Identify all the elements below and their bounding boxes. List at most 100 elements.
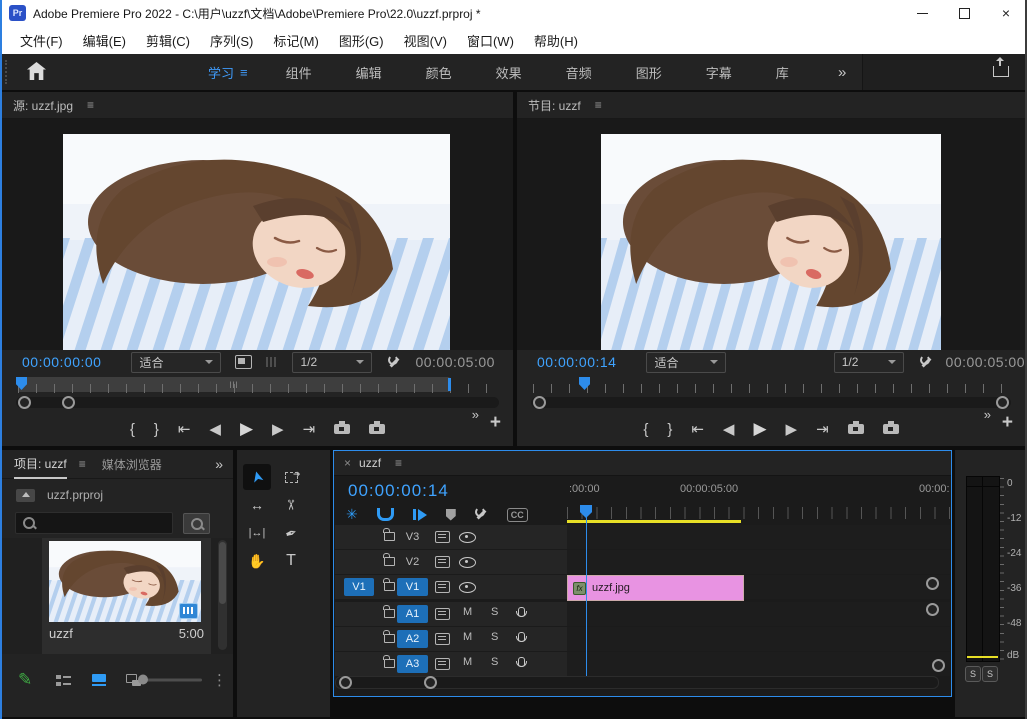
goto-out-button[interactable]: ⇥	[816, 420, 829, 438]
mark-out-button[interactable]: }	[667, 421, 672, 438]
project-item-card[interactable]: uzzf 5:00	[42, 538, 211, 654]
track-name[interactable]: V2	[397, 553, 428, 571]
mute-button[interactable]: M	[463, 606, 472, 618]
lock-icon[interactable]	[384, 582, 395, 591]
step-back-button[interactable]: ◀	[209, 420, 221, 438]
project-item-thumbnail[interactable]	[49, 541, 201, 622]
icon-view-icon[interactable]	[92, 674, 106, 686]
navigate-up-icon[interactable]	[16, 489, 35, 502]
timeline-settings-wrench-icon[interactable]	[475, 508, 488, 521]
menu-edit[interactable]: 编辑(E)	[73, 26, 136, 54]
breadcrumb-label[interactable]: uzzf.prproj	[47, 488, 103, 502]
lift-button-icon[interactable]	[848, 424, 864, 434]
tab-project[interactable]: 项目: uzzf	[14, 449, 67, 479]
program-playback-resolution-select[interactable]: 1/2	[834, 352, 905, 373]
lock-icon[interactable]	[384, 609, 395, 618]
mark-in-button[interactable]: {	[130, 421, 135, 438]
source-timecode[interactable]: 00:00:00:00	[22, 354, 101, 370]
track-name[interactable]: V3	[397, 528, 428, 546]
workspace-tab-assembly[interactable]: 组件	[264, 54, 334, 90]
type-tool[interactable]: T	[277, 548, 305, 574]
menu-window[interactable]: 窗口(W)	[457, 26, 524, 54]
linked-selection-icon[interactable]	[413, 509, 427, 521]
close-tab-icon[interactable]: ×	[344, 456, 351, 470]
transport-more-button[interactable]: »	[984, 407, 991, 422]
voiceover-mic-icon[interactable]	[518, 657, 525, 667]
zoom-handle-right[interactable]	[62, 396, 75, 409]
list-view-icon[interactable]	[56, 674, 70, 686]
track-content[interactable]	[567, 602, 950, 626]
voiceover-mic-icon[interactable]	[518, 632, 525, 642]
lock-icon[interactable]	[384, 659, 395, 668]
workspace-tab-graphics[interactable]: 图形	[614, 54, 684, 90]
timeline-timecode[interactable]: 00:00:00:14	[348, 481, 449, 501]
button-editor-add[interactable]: +	[1002, 412, 1013, 434]
program-scrub-ruler[interactable]	[517, 375, 1025, 395]
quick-export-icon[interactable]	[993, 66, 1009, 77]
button-editor-add[interactable]: +	[490, 412, 501, 434]
nest-sequences-icon[interactable]: ✳	[346, 506, 358, 523]
voiceover-mic-icon[interactable]	[518, 607, 525, 617]
step-forward-button[interactable]: ▶	[272, 420, 284, 438]
panel-options-kebab-icon[interactable]: ⋮	[212, 671, 227, 689]
insert-button-icon[interactable]	[334, 424, 350, 434]
panel-overflow-button[interactable]: »	[215, 456, 223, 472]
solo-button[interactable]: S	[491, 606, 498, 618]
play-button[interactable]: ▶	[240, 419, 253, 439]
captions-cc-icon[interactable]: CC	[507, 508, 528, 522]
slip-tool[interactable]: |↔|	[243, 520, 271, 546]
program-monitor-viewer[interactable]	[517, 119, 1025, 350]
track-name[interactable]: A3	[397, 655, 428, 673]
goto-in-button[interactable]: ⇤	[178, 420, 191, 438]
panel-menu-icon[interactable]: ≡	[395, 456, 402, 470]
source-zoom-scrollbar[interactable]	[16, 397, 499, 408]
menu-clip[interactable]: 剪辑(C)	[136, 26, 200, 54]
maximize-button[interactable]	[943, 0, 985, 26]
step-back-button[interactable]: ◀	[723, 420, 735, 438]
track-name[interactable]: A2	[397, 630, 428, 648]
panel-menu-icon[interactable]: ≡	[79, 457, 86, 471]
menu-file[interactable]: 文件(F)	[10, 26, 73, 54]
add-marker-icon[interactable]	[446, 509, 456, 521]
source-monitor-viewer[interactable]	[2, 119, 513, 350]
lock-icon[interactable]	[384, 557, 395, 566]
zoom-handle-right[interactable]	[996, 396, 1009, 409]
step-forward-button[interactable]: ▶	[786, 420, 798, 438]
program-zoom-scrollbar[interactable]	[531, 397, 1011, 408]
mark-out-button[interactable]: }	[154, 421, 159, 438]
overwrite-button-icon[interactable]	[369, 424, 385, 434]
track-name[interactable]: V1	[397, 578, 428, 596]
writable-pencil-icon[interactable]: ✎	[18, 670, 32, 690]
timeline-tab-label[interactable]: uzzf	[359, 456, 381, 470]
timeline-horizontal-scrollbar[interactable]	[335, 676, 939, 689]
wrench-settings-icon[interactable]	[388, 356, 401, 369]
sync-lock-icon[interactable]	[435, 658, 450, 670]
lock-icon[interactable]	[384, 634, 395, 643]
workspace-tab-editing[interactable]: 编辑	[334, 54, 404, 90]
snap-magnet-icon[interactable]	[377, 508, 394, 521]
transport-more-button[interactable]: »	[472, 407, 479, 422]
source-playback-resolution-select[interactable]: 1/2	[292, 352, 372, 373]
sync-lock-icon[interactable]	[435, 608, 450, 620]
vertical-scroll-handle[interactable]	[932, 659, 945, 672]
track-output-eye-icon[interactable]	[459, 557, 476, 568]
track-content[interactable]	[567, 550, 950, 574]
play-button[interactable]: ▶	[753, 419, 766, 439]
menu-help[interactable]: 帮助(H)	[524, 26, 588, 54]
timeline-ruler[interactable]: :00:00 00:00:05:00 00:00:1	[567, 477, 950, 525]
tab-media-browser[interactable]: 媒体浏览器	[102, 456, 162, 473]
solo-left-button[interactable]: S	[965, 666, 981, 682]
mute-button[interactable]: M	[463, 631, 472, 643]
selection-tool[interactable]: ➤	[243, 464, 271, 490]
menu-sequence[interactable]: 序列(S)	[200, 26, 263, 54]
menu-view[interactable]: 视图(V)	[394, 26, 457, 54]
zoom-handle-left[interactable]	[533, 396, 546, 409]
workspace-tab-menu-icon[interactable]: ≡	[240, 65, 264, 80]
track-select-forward-tool[interactable]	[277, 464, 305, 490]
program-timecode[interactable]: 00:00:00:14	[537, 354, 616, 370]
sync-lock-icon[interactable]	[435, 556, 450, 568]
track-output-eye-icon[interactable]	[459, 532, 476, 543]
video-track-resize-handle[interactable]	[926, 577, 939, 590]
sync-lock-icon[interactable]	[435, 581, 450, 593]
home-icon[interactable]	[27, 62, 46, 80]
